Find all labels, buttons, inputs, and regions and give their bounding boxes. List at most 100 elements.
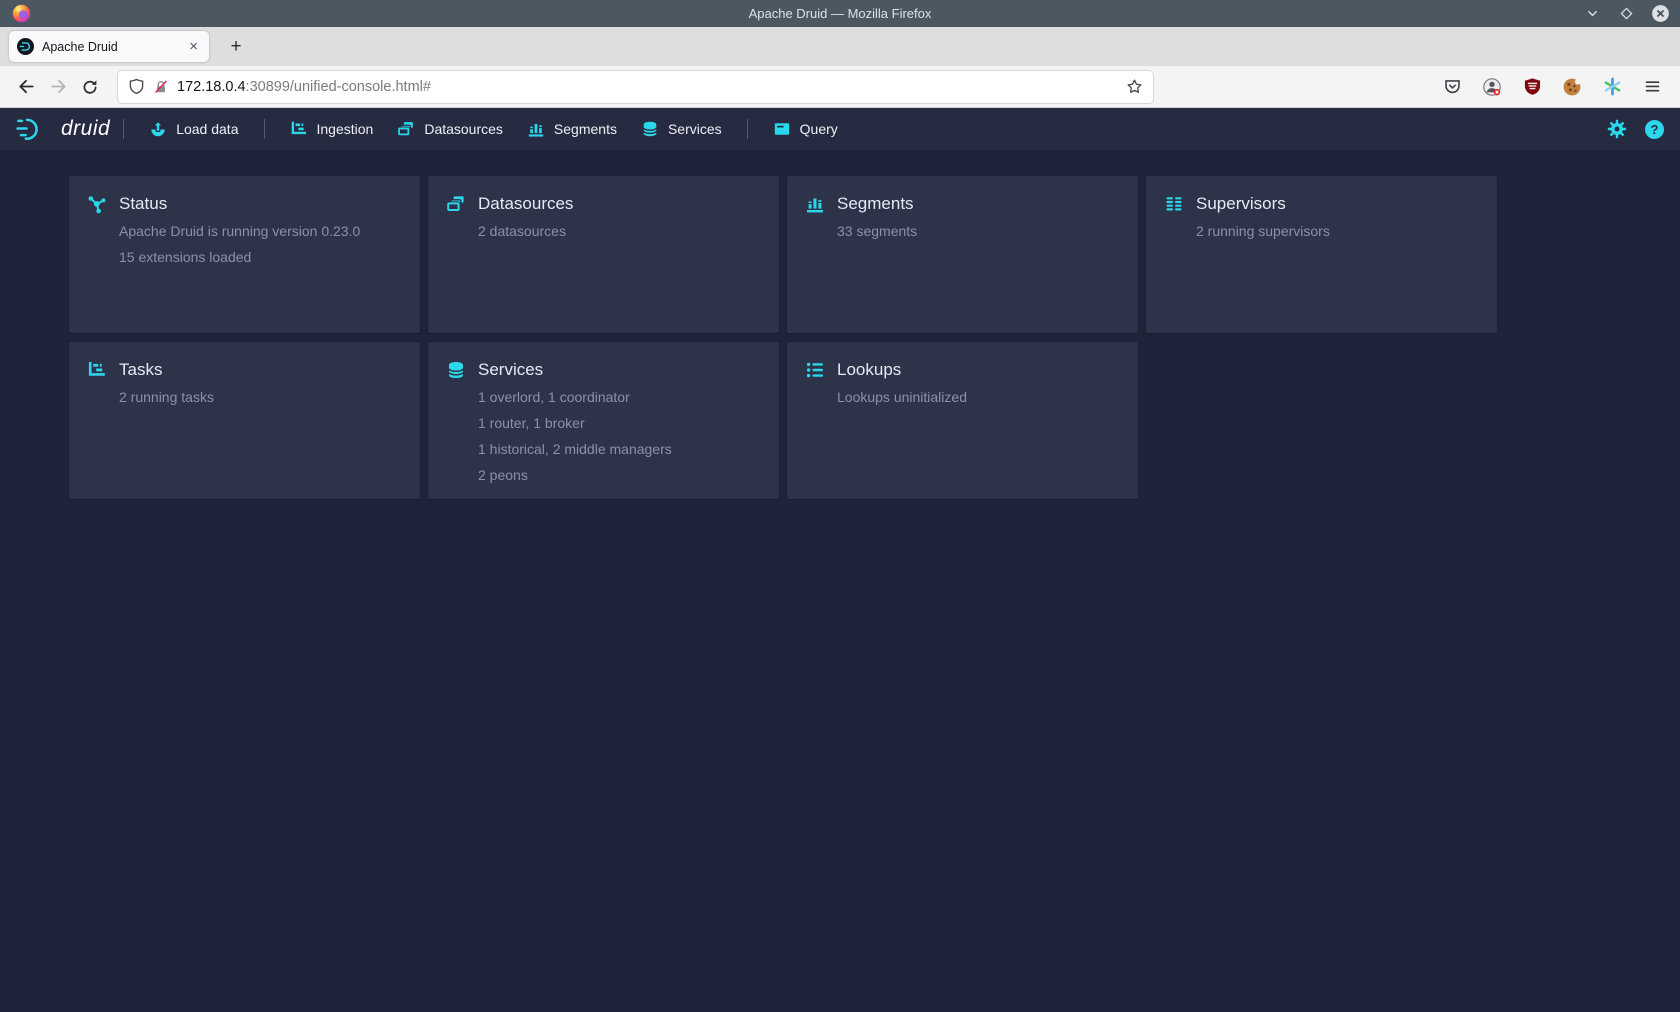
nav-item-label: Services [668,121,722,137]
tab-close-button[interactable]: × [186,38,201,55]
reload-button[interactable] [74,72,106,102]
nav-item-label: Segments [554,121,617,137]
navbar-divider [264,119,265,139]
url-host: 172.18.0.4 [177,79,246,95]
cloud-upload-icon [149,120,167,138]
tab-title: Apache Druid [42,40,186,54]
datasources-card[interactable]: Datasources 2 datasources [428,176,779,333]
browser-toolbar: 172.18.0.4:30899/unified-console.html# [0,66,1680,108]
database-icon [641,120,659,138]
properties-icon [805,360,825,380]
nav-item-query[interactable]: Query [761,108,850,150]
tracking-protection-shield-icon[interactable] [128,78,145,95]
card-line: 1 overlord, 1 coordinator [478,390,761,404]
nav-item-segments[interactable]: Segments [515,108,629,150]
card-line: 2 running tasks [119,390,402,404]
new-tab-button[interactable]: + [223,34,249,60]
tab-apache-druid[interactable]: Apache Druid × [9,31,209,62]
nav-item-ingestion[interactable]: Ingestion [278,108,386,150]
tasks-card[interactable]: Tasks 2 running tasks [69,342,420,499]
hamburger-icon [1644,78,1661,95]
cards-grid: Status Apache Druid is running version 0… [69,176,1509,499]
card-title: Datasources [478,194,573,214]
graph-icon [87,194,107,214]
card-line: Apache Druid is running version 0.23.0 [119,224,402,238]
druid-navbar: druid Load data Ingestion Datasources [0,108,1680,150]
tab-strip: Apache Druid × + [0,27,1680,66]
druid-home-view: Status Apache Druid is running version 0… [0,150,1680,1012]
nav-item-label: Ingestion [317,121,374,137]
url-bar[interactable]: 172.18.0.4:30899/unified-console.html# [118,71,1153,103]
window-title: Apache Druid — Mozilla Firefox [0,6,1680,21]
card-title: Supervisors [1196,194,1286,214]
database-icon [446,360,466,380]
cookie-extension-button[interactable] [1558,73,1586,101]
help-button[interactable]: ? [1645,120,1664,139]
gear-icon [1607,119,1627,139]
stacked-layers-icon [446,194,466,214]
bar-chart-icon [805,194,825,214]
navbar-divider [747,119,748,139]
chevron-down-icon [1585,6,1600,21]
card-title: Lookups [837,360,901,380]
window-close-button[interactable] [1651,4,1670,23]
druid-brand-text: druid [61,117,110,141]
window-maximize-button[interactable] [1617,4,1636,23]
person-circle-icon [1482,77,1502,97]
card-line: 2 running supervisors [1196,224,1479,238]
nav-item-load-data[interactable]: Load data [137,108,250,150]
forward-arrow-icon [49,77,68,96]
application-icon [773,120,791,138]
diamond-icon [1619,6,1634,21]
back-button[interactable] [10,72,42,102]
supervisors-card[interactable]: Supervisors 2 running supervisors [1146,176,1497,333]
nav-item-datasources[interactable]: Datasources [385,108,515,150]
navbar-divider [123,119,124,139]
nav-item-label: Datasources [424,121,503,137]
url-path: :30899/unified-console.html# [246,79,431,95]
services-card[interactable]: Services 1 overlord, 1 coordinator 1 rou… [428,342,779,499]
asterisk-extension-button[interactable] [1598,73,1626,101]
window-minimize-button[interactable] [1583,4,1602,23]
asterisk-icon [1603,77,1622,96]
card-line: 15 extensions loaded [119,250,402,264]
card-title: Status [119,194,167,214]
card-line: 1 router, 1 broker [478,416,761,430]
nav-item-label: Query [800,121,838,137]
card-line: 2 peons [478,468,761,482]
account-extension-button[interactable] [1478,73,1506,101]
reload-icon [81,78,99,96]
ublock-origin-button[interactable] [1518,73,1546,101]
card-title: Services [478,360,543,380]
help-icon: ? [1645,120,1664,139]
druid-logo[interactable]: druid [16,116,110,143]
card-line: 33 segments [837,224,1120,238]
back-arrow-icon [17,77,36,96]
insecure-lock-icon[interactable] [153,79,169,95]
list-columns-icon [1164,194,1184,214]
card-title: Tasks [119,360,162,380]
card-line: 2 datasources [478,224,761,238]
nav-item-services[interactable]: Services [629,108,734,150]
gantt-chart-icon [87,360,107,380]
bar-chart-icon [527,120,545,138]
status-card[interactable]: Status Apache Druid is running version 0… [69,176,420,333]
card-line: 1 historical, 2 middle managers [478,442,761,456]
segments-card[interactable]: Segments 33 segments [787,176,1138,333]
settings-button[interactable] [1607,119,1627,139]
lookups-card[interactable]: Lookups Lookups uninitialized [787,342,1138,499]
close-circle-icon [1651,4,1670,23]
pocket-button[interactable] [1438,73,1466,101]
url-text[interactable]: 172.18.0.4:30899/unified-console.html# [177,79,1126,95]
stacked-layers-icon [397,120,415,138]
bookmark-star-icon[interactable] [1126,78,1143,95]
menu-button[interactable] [1638,73,1666,101]
druid-logo-icon [16,116,52,143]
forward-button[interactable] [42,72,74,102]
ublock-shield-icon [1523,77,1542,96]
pocket-icon [1443,77,1462,96]
nav-item-label: Load data [176,121,238,137]
cookie-icon [1562,77,1582,97]
card-title: Segments [837,194,914,214]
window-titlebar: Apache Druid — Mozilla Firefox [0,0,1680,27]
